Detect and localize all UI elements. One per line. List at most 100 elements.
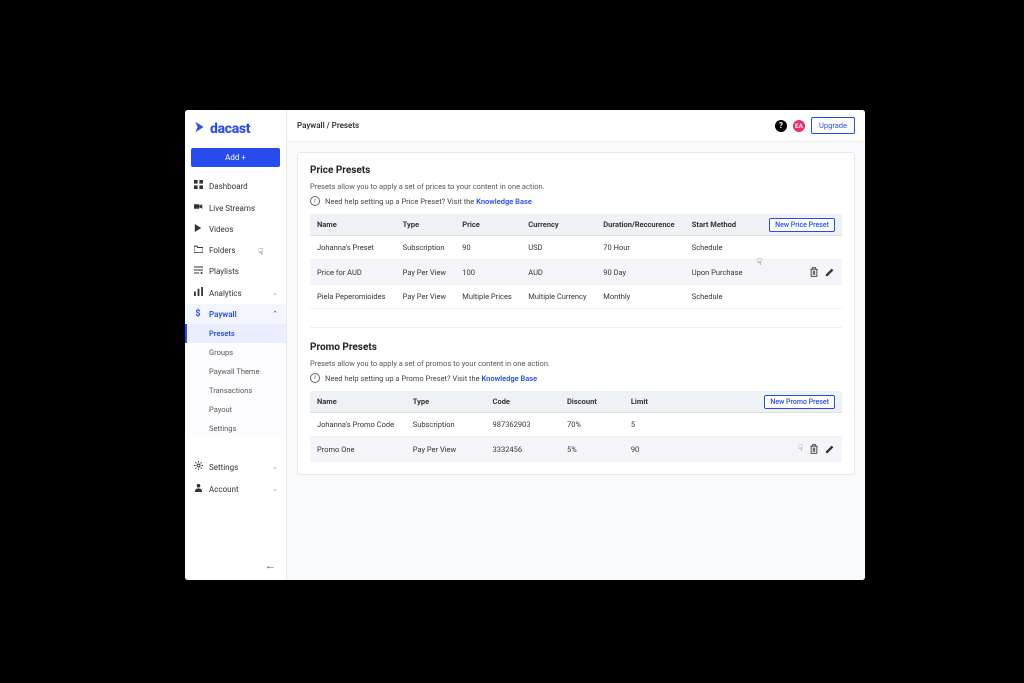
- table-row[interactable]: Piela Peperomioides Pay Per View Multipl…: [310, 285, 842, 309]
- content-area: Price Presets Presets allow you to apply…: [287, 142, 865, 580]
- sidebar-subitem-transactions[interactable]: Transactions: [185, 381, 286, 400]
- column-header-discount: Discount: [560, 391, 624, 413]
- limit-value: 90: [631, 445, 639, 454]
- sidebar: dacast Add + Dashboard Live Streams Vide: [185, 110, 287, 580]
- collapse-sidebar-button[interactable]: ←: [185, 551, 286, 580]
- chevron-down-icon: ⌄: [272, 463, 278, 471]
- help-text: Need help setting up a Promo Preset? Vis…: [325, 374, 537, 383]
- breadcrumb: Paywall / Presets: [297, 121, 359, 130]
- playlist-icon: [193, 266, 203, 277]
- cell-duration: 90 Day: [596, 260, 685, 285]
- sidebar-subitem-groups[interactable]: Groups: [185, 343, 286, 362]
- cell-start-method: Schedule: [685, 236, 752, 260]
- new-promo-preset-button[interactable]: New Promo Preset: [764, 395, 835, 409]
- chevron-down-icon: ⌄: [272, 289, 278, 297]
- promo-presets-table-wrap: Name Type Code Discount Limit New Promo …: [310, 391, 842, 462]
- cell-code: 3332456: [486, 437, 560, 462]
- sidebar-subitem-presets[interactable]: Presets: [185, 324, 286, 343]
- table-row[interactable]: Johanna's Promo Code Subscription 987362…: [310, 413, 842, 437]
- delete-icon[interactable]: [809, 444, 819, 454]
- sidebar-item-label: Videos: [209, 225, 233, 234]
- sidebar-item-live-streams[interactable]: Live Streams: [185, 197, 286, 219]
- section-description: Presets allow you to apply a set of pric…: [310, 182, 842, 191]
- help-prefix: Need help setting up a Price Preset? Vis…: [325, 197, 476, 206]
- analytics-icon: [193, 287, 203, 299]
- column-header-currency: Currency: [521, 214, 596, 236]
- cell-type: Pay Per View: [396, 285, 456, 309]
- promo-presets-section: Promo Presets Presets allow you to apply…: [310, 342, 842, 462]
- cell-type: Subscription: [396, 236, 456, 260]
- cell-actions: [752, 236, 842, 260]
- avatar[interactable]: EA: [793, 120, 805, 132]
- logo-mark-icon: [193, 119, 207, 138]
- cell-code: 987362903: [486, 413, 560, 437]
- cell-name: Johanna's Promo Code: [310, 413, 406, 437]
- table-row[interactable]: Price for AUD Pay Per View 100 AUD 90 Da…: [310, 260, 842, 285]
- main-content: Paywall / Presets ? EA Upgrade Price Pre…: [287, 110, 865, 580]
- upgrade-button[interactable]: Upgrade: [811, 117, 855, 134]
- price-presets-table: Name Type Price Currency Duration/Reccur…: [310, 214, 842, 309]
- gear-icon: [193, 461, 203, 473]
- sidebar-item-playlists[interactable]: Playlists: [185, 261, 286, 282]
- sidebar-subitem-theme[interactable]: Paywall Theme: [185, 362, 286, 381]
- info-icon: i: [310, 373, 320, 383]
- column-header-start-method: Start Method: [685, 214, 752, 236]
- dashboard-icon: [193, 180, 203, 192]
- edit-icon[interactable]: [825, 444, 835, 454]
- brand-logo: dacast: [185, 110, 286, 148]
- sidebar-item-label: Analytics: [209, 289, 242, 298]
- column-header-type: Type: [406, 391, 486, 413]
- column-header-actions: New Promo Preset: [752, 391, 842, 413]
- cell-duration: Monthly: [596, 285, 685, 309]
- sidebar-item-analytics[interactable]: Analytics ⌄: [185, 282, 286, 304]
- cell-name: Price for AUD: [310, 260, 396, 285]
- cursor-icon: ☟: [798, 444, 803, 454]
- cell-name: Promo One: [310, 437, 406, 462]
- cell-currency: USD: [521, 236, 596, 260]
- sidebar-subitem-settings[interactable]: Settings: [185, 419, 286, 438]
- info-icon: i: [310, 196, 320, 206]
- section-divider: [310, 327, 842, 328]
- cell-start-method: Upon Purchase ☟: [685, 260, 752, 285]
- sidebar-item-videos[interactable]: Videos: [185, 219, 286, 240]
- paywall-submenu: Presets Groups Paywall Theme Transaction…: [185, 324, 286, 438]
- start-method-value: Upon Purchase: [692, 268, 743, 277]
- person-icon: [193, 483, 203, 495]
- sidebar-item-label: Dashboard: [209, 182, 248, 191]
- cell-type: Pay Per View: [406, 437, 486, 462]
- cell-price: 90: [455, 236, 521, 260]
- cell-type: Pay Per View: [396, 260, 456, 285]
- cell-price: 100: [455, 260, 521, 285]
- column-header-duration: Duration/Reccurence: [596, 214, 685, 236]
- add-button[interactable]: Add +: [191, 148, 280, 167]
- sidebar-item-folders[interactable]: Folders: [185, 240, 286, 261]
- promo-presets-table: Name Type Code Discount Limit New Promo …: [310, 391, 842, 462]
- sidebar-item-label: Account: [209, 485, 239, 494]
- help-icon[interactable]: ?: [775, 120, 787, 132]
- sidebar-item-settings[interactable]: Settings ⌄: [185, 456, 286, 478]
- table-row[interactable]: Johanna's Preset Subscription 90 USD 70 …: [310, 236, 842, 260]
- chevron-down-icon: ⌄: [272, 485, 278, 493]
- sidebar-item-dashboard[interactable]: Dashboard: [185, 175, 286, 197]
- price-presets-section: Price Presets Presets allow you to apply…: [310, 165, 842, 309]
- column-header-actions: New Price Preset: [752, 214, 842, 236]
- delete-icon[interactable]: [809, 267, 819, 277]
- knowledge-base-link[interactable]: Knowledge Base: [476, 197, 532, 206]
- new-price-preset-button[interactable]: New Price Preset: [769, 218, 835, 232]
- knowledge-base-link[interactable]: Knowledge Base: [481, 374, 537, 383]
- cell-currency: Multiple Currency: [521, 285, 596, 309]
- cell-name: Piela Peperomioides: [310, 285, 396, 309]
- sidebar-item-paywall[interactable]: $ Paywall ⌃: [185, 304, 286, 324]
- sidebar-subitem-payout[interactable]: Payout: [185, 400, 286, 419]
- cell-limit: 90: [624, 437, 752, 462]
- edit-icon[interactable]: [825, 267, 835, 277]
- camera-icon: [193, 202, 203, 214]
- column-header-type: Type: [396, 214, 456, 236]
- cell-duration: 70 Hour: [596, 236, 685, 260]
- table-row[interactable]: Promo One Pay Per View 3332456 5% 90: [310, 437, 842, 462]
- sidebar-item-label: Playlists: [209, 267, 239, 276]
- price-presets-table-wrap: Name Type Price Currency Duration/Reccur…: [310, 214, 842, 309]
- sidebar-item-account[interactable]: Account ⌄: [185, 478, 286, 500]
- help-line: i Need help setting up a Price Preset? V…: [310, 196, 842, 206]
- help-line: i Need help setting up a Promo Preset? V…: [310, 373, 842, 383]
